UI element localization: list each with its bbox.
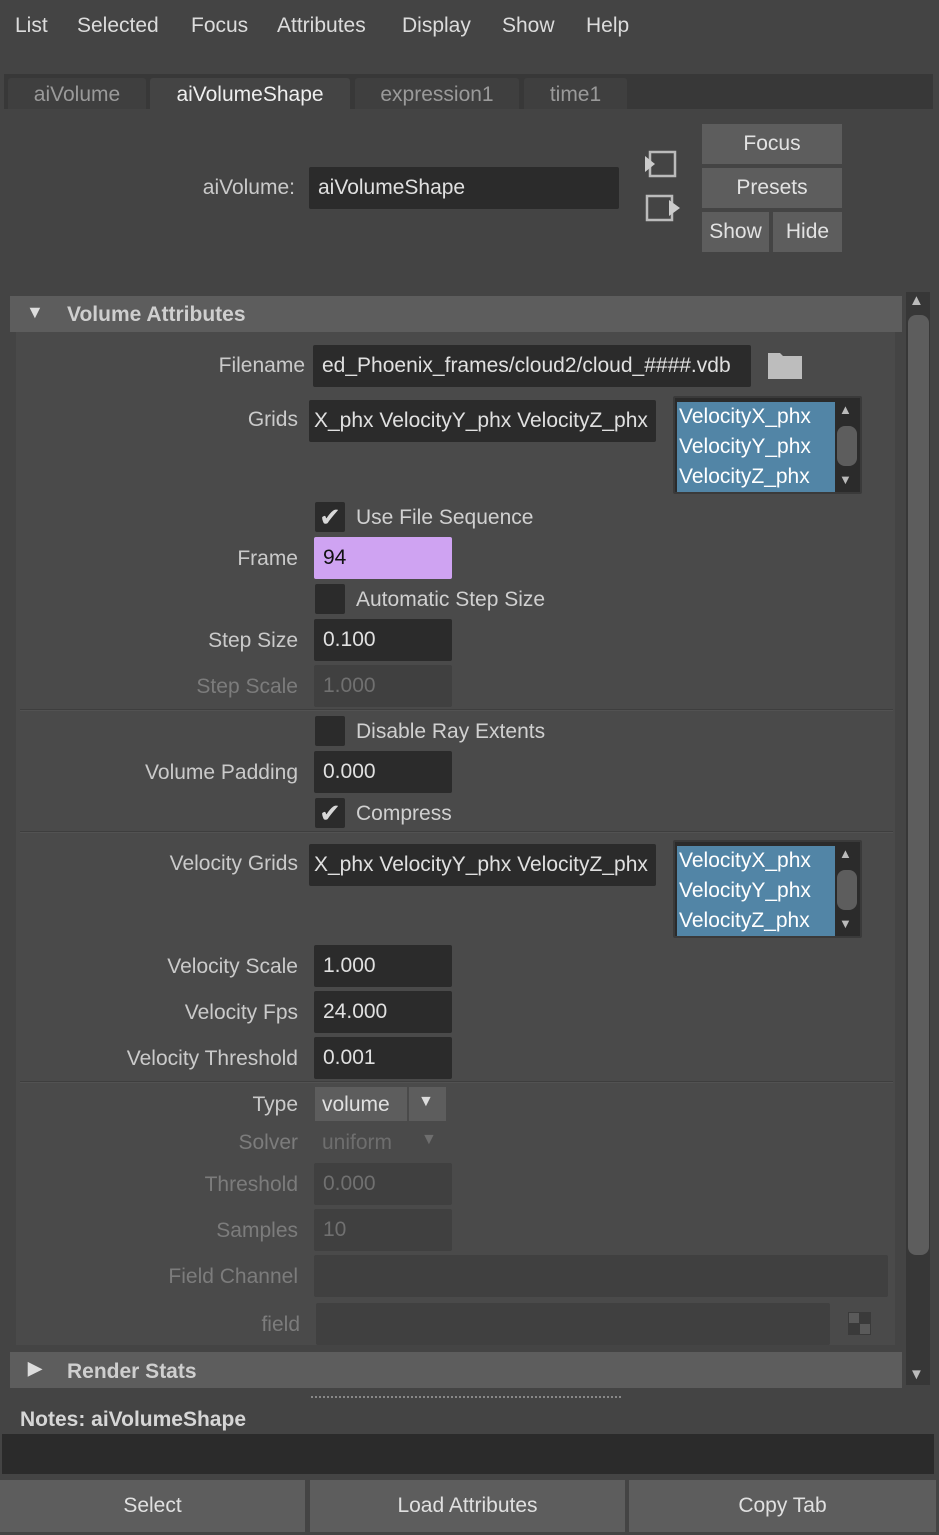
tab-aivolume[interactable]: aiVolume xyxy=(8,78,146,109)
divider xyxy=(20,709,893,711)
presets-button[interactable]: Presets xyxy=(702,168,842,208)
field-channel-label: Field Channel xyxy=(168,1265,298,1288)
section-title: Render Stats xyxy=(67,1360,197,1383)
scroll-up-icon[interactable]: ▲ xyxy=(839,402,852,417)
use-file-sequence-label: Use File Sequence xyxy=(356,506,534,529)
show-button[interactable]: Show xyxy=(702,212,769,252)
list-scrollbar-thumb[interactable] xyxy=(837,870,857,910)
field-channel-field xyxy=(314,1255,888,1297)
disable-ray-extents-checkbox[interactable] xyxy=(315,716,345,746)
chevron-down-icon: ▼ xyxy=(418,1093,434,1110)
scroll-up-icon[interactable]: ▲ xyxy=(839,846,852,861)
hide-button[interactable]: Hide xyxy=(773,212,842,252)
step-scale-field: 1.000 xyxy=(314,665,452,707)
tab-time1[interactable]: time1 xyxy=(524,78,627,109)
notes-label: Notes: aiVolumeShape xyxy=(20,1408,246,1431)
section-volume-attributes[interactable]: ▼ Volume Attributes xyxy=(10,296,902,332)
velocity-fps-field[interactable]: 24.000 xyxy=(314,991,452,1033)
collapse-triangle-icon: ▼ xyxy=(26,302,44,322)
automatic-step-size-label: Automatic Step Size xyxy=(356,588,546,611)
step-scale-label: Step Scale xyxy=(196,675,298,698)
use-file-sequence-checkbox[interactable]: ✔ xyxy=(315,502,345,532)
velocity-threshold-label: Velocity Threshold xyxy=(126,1047,298,1070)
threshold-label: Threshold xyxy=(204,1173,298,1196)
compress-checkbox[interactable]: ✔ xyxy=(315,798,345,828)
solver-label: Solver xyxy=(238,1131,298,1154)
list-item[interactable]: VelocityX_phx xyxy=(677,402,835,432)
step-size-label: Step Size xyxy=(208,629,298,652)
node-name-label: aiVolume: xyxy=(202,176,295,199)
folder-icon[interactable] xyxy=(767,350,803,380)
field-field xyxy=(316,1303,830,1345)
velocity-fps-label: Velocity Fps xyxy=(184,1001,298,1024)
solver-dropdown: uniform ▼ xyxy=(315,1127,446,1161)
expand-triangle-icon: ▶ xyxy=(28,1358,42,1378)
grids-label: Grids xyxy=(247,408,298,431)
filename-label: Filename xyxy=(218,354,305,377)
grids-field[interactable]: X_phx VelocityY_phx VelocityZ_phx xyxy=(309,400,656,442)
output-connections-icon[interactable] xyxy=(645,194,681,222)
type-label: Type xyxy=(252,1093,298,1116)
copy-tab-button[interactable]: Copy Tab xyxy=(629,1480,936,1532)
tab-expression1[interactable]: expression1 xyxy=(355,78,519,109)
focus-button[interactable]: Focus xyxy=(702,124,842,164)
scrollbar[interactable]: ▲ ▼ xyxy=(906,292,930,1385)
velocity-scale-label: Velocity Scale xyxy=(167,955,298,978)
chevron-down-icon: ▼ xyxy=(421,1131,437,1148)
grids-list[interactable]: VelocityX_phx VelocityY_phx VelocityZ_ph… xyxy=(673,396,862,494)
menu-list[interactable]: List xyxy=(15,14,48,38)
menu-display[interactable]: Display xyxy=(402,14,471,38)
load-attributes-button[interactable]: Load Attributes xyxy=(310,1480,625,1532)
menu-bar: List Selected Focus Attributes Display S… xyxy=(0,0,939,56)
notes-field[interactable] xyxy=(2,1434,934,1474)
volume-padding-field[interactable]: 0.000 xyxy=(314,751,452,793)
automatic-step-size-checkbox[interactable] xyxy=(315,584,345,614)
volume-padding-label: Volume Padding xyxy=(145,761,298,784)
list-item[interactable]: VelocityZ_phx xyxy=(677,462,835,492)
menu-attributes[interactable]: Attributes xyxy=(277,14,366,38)
select-button[interactable]: Select xyxy=(0,1480,305,1532)
input-connections-icon[interactable] xyxy=(645,150,677,178)
list-item[interactable]: VelocityY_phx xyxy=(677,432,835,462)
velocity-grids-label: Velocity Grids xyxy=(169,852,298,875)
scroll-down-icon[interactable]: ▼ xyxy=(909,1366,924,1383)
scrollbar-thumb[interactable] xyxy=(908,315,929,1255)
compress-label: Compress xyxy=(356,802,452,825)
solver-value: uniform xyxy=(322,1131,393,1154)
menu-selected[interactable]: Selected xyxy=(77,14,159,38)
menu-show[interactable]: Show xyxy=(502,14,555,38)
list-item[interactable]: VelocityY_phx xyxy=(677,876,835,906)
menu-focus[interactable]: Focus xyxy=(191,14,248,38)
velocity-threshold-field[interactable]: 0.001 xyxy=(314,1037,452,1079)
tab-aivolumeshape[interactable]: aiVolumeShape xyxy=(150,78,350,109)
frame-field[interactable]: 94 xyxy=(314,537,452,579)
list-item[interactable]: VelocityX_phx xyxy=(677,846,835,876)
step-size-field[interactable]: 0.100 xyxy=(314,619,452,661)
menu-help[interactable]: Help xyxy=(586,14,629,38)
section-render-stats[interactable]: ▶ Render Stats xyxy=(10,1352,902,1388)
section-title: Volume Attributes xyxy=(67,303,246,326)
type-dropdown[interactable]: volume ▼ xyxy=(315,1087,446,1121)
frame-label: Frame xyxy=(237,547,298,570)
field-label: field xyxy=(261,1313,300,1336)
type-value: volume xyxy=(322,1093,390,1116)
splitter-handle[interactable] xyxy=(311,1396,621,1398)
scroll-down-icon[interactable]: ▼ xyxy=(839,472,852,487)
divider xyxy=(20,1081,893,1083)
disable-ray-extents-label: Disable Ray Extents xyxy=(356,720,546,743)
divider xyxy=(20,831,893,833)
scroll-up-icon[interactable]: ▲ xyxy=(909,292,924,309)
threshold-field: 0.000 xyxy=(314,1163,452,1205)
texture-checker-icon[interactable] xyxy=(848,1312,871,1335)
filename-field[interactable]: ed_Phoenix_frames/cloud2/cloud_####.vdb xyxy=(313,345,751,387)
list-item[interactable]: VelocityZ_phx xyxy=(677,906,835,936)
scroll-down-icon[interactable]: ▼ xyxy=(839,916,852,931)
list-scrollbar-thumb[interactable] xyxy=(837,426,857,466)
samples-field: 10 xyxy=(314,1209,452,1251)
samples-label: Samples xyxy=(216,1219,298,1242)
node-name-field[interactable]: aiVolumeShape xyxy=(309,167,619,209)
velocity-grids-field[interactable]: X_phx VelocityY_phx VelocityZ_phx xyxy=(309,844,656,886)
velocity-grids-list[interactable]: VelocityX_phx VelocityY_phx VelocityZ_ph… xyxy=(673,840,862,938)
velocity-scale-field[interactable]: 1.000 xyxy=(314,945,452,987)
